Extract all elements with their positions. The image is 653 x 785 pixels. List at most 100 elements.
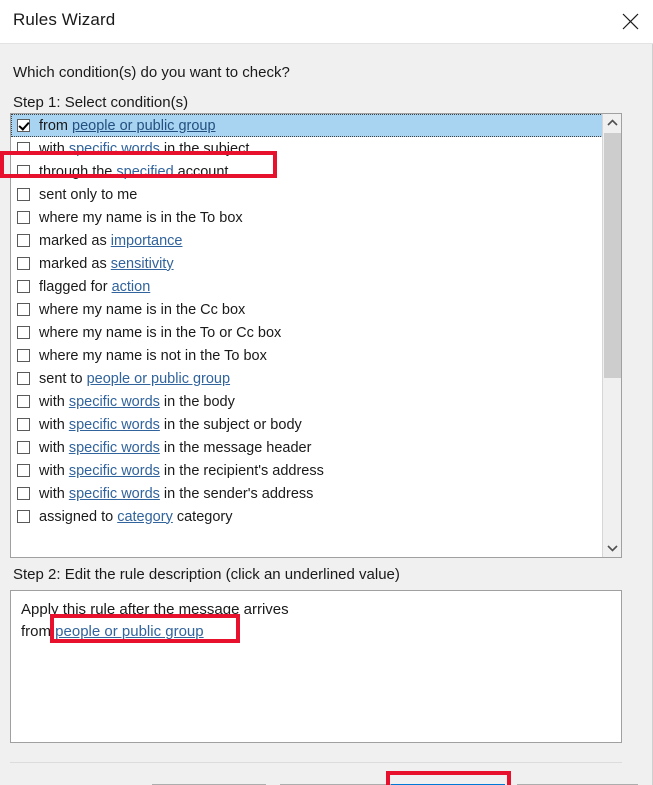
condition-checkbox[interactable] bbox=[17, 119, 30, 132]
condition-label-prefix: through the bbox=[39, 163, 117, 180]
condition-link[interactable]: people or public group bbox=[87, 371, 231, 387]
condition-row[interactable]: with specific words in the sender's addr… bbox=[11, 482, 603, 505]
condition-row[interactable]: where my name is in the Cc box bbox=[11, 298, 603, 321]
close-icon[interactable] bbox=[607, 0, 653, 43]
condition-row[interactable]: marked as importance bbox=[11, 229, 603, 252]
condition-label: where my name is in the Cc box bbox=[39, 302, 245, 318]
condition-row[interactable]: marked as sensitivity bbox=[11, 252, 603, 275]
condition-checkbox[interactable] bbox=[17, 510, 30, 523]
condition-row[interactable]: through the specified account bbox=[11, 160, 603, 183]
conditions-scrollbar[interactable] bbox=[602, 114, 621, 557]
title-bar: Rules Wizard bbox=[0, 0, 653, 44]
condition-link[interactable]: specific words bbox=[69, 141, 160, 157]
condition-checkbox[interactable] bbox=[17, 326, 30, 339]
description-link-people-or-public-group[interactable]: people or public group bbox=[55, 623, 203, 640]
condition-row[interactable]: where my name is in the To box bbox=[11, 206, 603, 229]
condition-checkbox[interactable] bbox=[17, 441, 30, 454]
dialog-body: Which condition(s) do you want to check?… bbox=[0, 44, 652, 785]
condition-row[interactable]: where my name is in the To or Cc box bbox=[11, 321, 603, 344]
condition-label-prefix: with bbox=[39, 462, 69, 479]
condition-label: assigned to category category bbox=[39, 509, 232, 525]
condition-label-prefix: assigned to bbox=[39, 508, 118, 525]
condition-label-suffix: in the body bbox=[159, 393, 235, 410]
condition-link[interactable]: people or public group bbox=[72, 118, 216, 134]
footer-separator bbox=[10, 762, 622, 763]
condition-label-suffix: in the subject bbox=[159, 140, 250, 157]
condition-checkbox[interactable] bbox=[17, 280, 30, 293]
condition-label-prefix: where my name is not in the To box bbox=[39, 347, 267, 364]
condition-row[interactable]: sent only to me bbox=[11, 183, 603, 206]
condition-link[interactable]: specific words bbox=[69, 440, 160, 456]
condition-label-suffix: in the subject or body bbox=[159, 416, 302, 433]
condition-label-suffix: in the recipient's address bbox=[159, 462, 324, 479]
condition-checkbox[interactable] bbox=[17, 418, 30, 431]
condition-link[interactable]: specific words bbox=[69, 486, 160, 502]
condition-label-suffix: category bbox=[172, 508, 233, 525]
condition-label: where my name is not in the To box bbox=[39, 348, 267, 364]
condition-label-suffix: in the sender's address bbox=[159, 485, 314, 502]
condition-label: with specific words in the body bbox=[39, 394, 235, 410]
condition-link[interactable]: importance bbox=[111, 233, 183, 249]
annotation-highlight-next-button bbox=[386, 771, 511, 785]
condition-checkbox[interactable] bbox=[17, 303, 30, 316]
condition-label: with specific words in the sender's addr… bbox=[39, 486, 313, 502]
condition-label: with specific words in the subject bbox=[39, 141, 249, 157]
condition-row[interactable]: sent to people or public group bbox=[11, 367, 603, 390]
condition-label: from people or public group bbox=[39, 118, 216, 134]
condition-checkbox[interactable] bbox=[17, 464, 30, 477]
condition-label: with specific words in the message heade… bbox=[39, 440, 311, 456]
condition-row[interactable]: flagged for action bbox=[11, 275, 603, 298]
condition-label-prefix: where my name is in the To or Cc box bbox=[39, 324, 282, 341]
condition-checkbox[interactable] bbox=[17, 234, 30, 247]
condition-checkbox[interactable] bbox=[17, 487, 30, 500]
condition-label: with specific words in the recipient's a… bbox=[39, 463, 324, 479]
condition-label: through the specified account bbox=[39, 164, 228, 180]
condition-link[interactable]: specified bbox=[116, 164, 173, 180]
condition-label: sent to people or public group bbox=[39, 371, 230, 387]
condition-label-prefix: where my name is in the Cc box bbox=[39, 301, 246, 318]
condition-link[interactable]: specific words bbox=[69, 394, 160, 410]
description-line-2: from people or public group bbox=[21, 621, 611, 643]
condition-row[interactable]: with specific words in the subject bbox=[11, 137, 603, 160]
condition-checkbox[interactable] bbox=[17, 188, 30, 201]
condition-checkbox[interactable] bbox=[17, 211, 30, 224]
condition-row[interactable]: assigned to category category bbox=[11, 505, 603, 528]
condition-checkbox[interactable] bbox=[17, 142, 30, 155]
condition-row[interactable]: where my name is not in the To box bbox=[11, 344, 603, 367]
condition-link[interactable]: category bbox=[117, 509, 173, 525]
condition-label-prefix: from bbox=[39, 117, 73, 134]
rules-wizard-dialog: Rules Wizard Which condition(s) do you w… bbox=[0, 0, 653, 785]
condition-label-prefix: marked as bbox=[39, 232, 111, 249]
condition-label-prefix: with bbox=[39, 393, 69, 410]
condition-link[interactable]: specific words bbox=[69, 463, 160, 479]
condition-label-prefix: with bbox=[39, 140, 69, 157]
chevron-down-icon[interactable] bbox=[603, 539, 621, 557]
condition-label: sent only to me bbox=[39, 187, 137, 203]
condition-row[interactable]: from people or public group bbox=[11, 114, 603, 137]
condition-link[interactable]: action bbox=[112, 279, 151, 295]
condition-label: where my name is in the To box bbox=[39, 210, 243, 226]
conditions-list-inner: from people or public group with specific… bbox=[11, 114, 603, 557]
condition-label-suffix: in the message header bbox=[159, 439, 312, 456]
condition-label-prefix: flagged for bbox=[39, 278, 112, 295]
conditions-list[interactable]: from people or public group with specific… bbox=[10, 113, 622, 558]
condition-link[interactable]: sensitivity bbox=[111, 256, 174, 272]
description-line-2-prefix: from bbox=[21, 623, 56, 640]
condition-checkbox[interactable] bbox=[17, 257, 30, 270]
condition-label-prefix: sent only to me bbox=[39, 186, 138, 203]
prompt-step1: Step 1: Select condition(s) bbox=[13, 94, 189, 111]
condition-row[interactable]: with specific words in the subject or bo… bbox=[11, 413, 603, 436]
condition-row[interactable]: with specific words in the recipient's a… bbox=[11, 459, 603, 482]
window-title: Rules Wizard bbox=[13, 10, 116, 29]
chevron-up-icon[interactable] bbox=[603, 114, 621, 132]
condition-link[interactable]: specific words bbox=[69, 417, 160, 433]
condition-checkbox[interactable] bbox=[17, 372, 30, 385]
scrollbar-thumb[interactable] bbox=[604, 133, 621, 378]
rule-description-box[interactable]: Apply this rule after the message arrive… bbox=[10, 590, 622, 743]
condition-checkbox[interactable] bbox=[17, 165, 30, 178]
condition-checkbox[interactable] bbox=[17, 349, 30, 362]
condition-checkbox[interactable] bbox=[17, 395, 30, 408]
condition-row[interactable]: with specific words in the body bbox=[11, 390, 603, 413]
condition-row[interactable]: with specific words in the message heade… bbox=[11, 436, 603, 459]
condition-label: flagged for action bbox=[39, 279, 150, 295]
